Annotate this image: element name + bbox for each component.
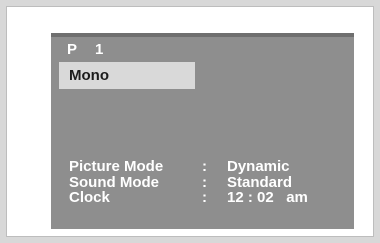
status-info: Picture Mode : Dynamic Sound Mode : Stan… (69, 159, 308, 206)
picture-mode-separator: : (202, 158, 207, 175)
program-number: 1 (95, 41, 104, 58)
sound-mode-value: Standard (227, 173, 293, 191)
screen-top-border (51, 33, 354, 37)
picture-mode-row: Picture Mode : Dynamic (69, 159, 308, 175)
clock-row: Clock : 12 : 02 am (69, 190, 308, 206)
picture-mode-value: Dynamic (227, 158, 290, 175)
audio-mode-label: Mono (69, 67, 109, 84)
picture-mode-label: Picture Mode (69, 158, 164, 175)
clock-label: Clock (69, 189, 110, 206)
audio-mode-badge: Mono (59, 62, 195, 89)
sound-mode-row: Sound Mode : Standard (69, 173, 308, 191)
figure-panel: P 1 Mono Picture Mode : Dynamic Sound Mo… (6, 6, 374, 237)
sound-mode-label: Sound Mode (69, 173, 159, 191)
tv-osd-screen: P 1 Mono Picture Mode : Dynamic Sound Mo… (51, 33, 354, 229)
page-frame: P 1 Mono Picture Mode : Dynamic Sound Mo… (0, 0, 380, 243)
clock-separator: : (202, 189, 207, 206)
program-label: P (67, 41, 78, 58)
sound-mode-separator: : (202, 173, 207, 191)
program-indicator: P 1 (67, 41, 103, 58)
clock-value: 12 : 02 am (227, 189, 308, 206)
